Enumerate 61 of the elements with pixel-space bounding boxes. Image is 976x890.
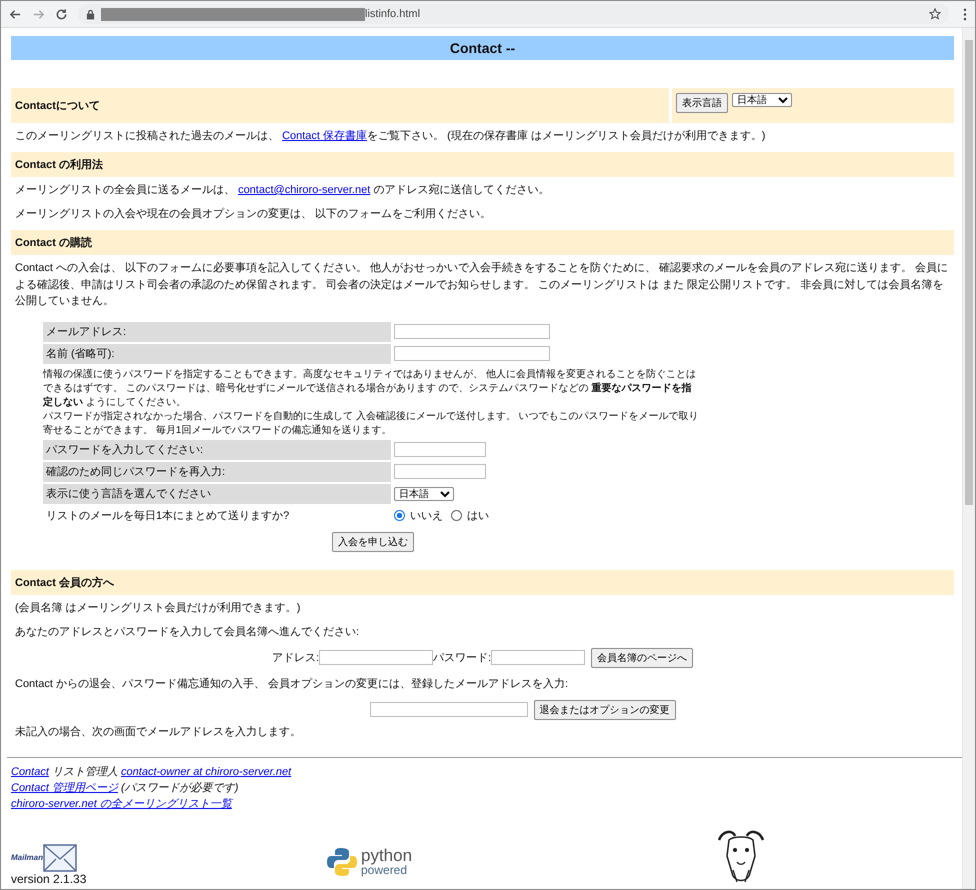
password-field[interactable] (394, 442, 486, 457)
subscribe-intro: Contact への入会は、 以下のフォームに必要事項を記入してください。 他人がおせっかいで入会手続きをすることを防ぐために、 確認要求のメールを会員のアドレス宛に送ります。 会員による確認後、申請はリスト司会者の承認のため保留されます。 司会者の決定はメールでお知らせします。 このメーリングリストは また 限定公開リストです。 非会員に対しては会員名簿を公開していません。 (15, 260, 950, 309)
input-field[interactable] (394, 324, 550, 339)
subscribe-button[interactable]: 入会を申し込む (332, 532, 414, 552)
powered-text: powered (361, 864, 408, 876)
password-field[interactable] (491, 650, 586, 665)
unsubscribe-instruction: Contact からの退会、パスワード備忘通知の入手、 会員オプションの変更には、登録したメールアドレスを入力: (15, 676, 570, 690)
back-icon[interactable] (9, 8, 22, 20)
unsubscribe-button[interactable]: 退会またはオプションの変更 (534, 700, 676, 720)
footer-text: リスト管理人 (50, 766, 119, 778)
password-field[interactable] (394, 464, 486, 479)
scrollbar[interactable] (962, 28, 975, 889)
posting-sentence: メーリングリストの全会員に送るメールは、 contact@chiroro-server.net のアドレス宛に送信してください。 (15, 182, 550, 197)
version-text: version 2.1.33 (11, 872, 88, 886)
menu-icon[interactable] (963, 8, 967, 20)
field-label: メールアドレス: (43, 322, 391, 342)
roster-instruction: あなたのアドレスとパスワードを入力して会員名簿へ進んでください: (15, 624, 360, 638)
field-label: 確認のため同じパスワードを再入力: (43, 462, 391, 482)
roster-note: (会員名簿 はメーリングリスト会員だけが利用できます。) (15, 600, 302, 614)
unsubscribe-hint: 未記入の場合、次の画面でメールアドレスを入力します。 (15, 724, 302, 738)
input-field[interactable] (394, 346, 550, 361)
footer-link[interactable]: Contact 管理用ページ (11, 782, 118, 794)
section-heading: Contactについて (11, 88, 669, 123)
password-note: 情報の保護に使うパスワードを指定することもできます。高度なセキュリティではありませんが、 他人に会員情報を変更されることを防ぐことはできるはずです。 このパスワードは、暗号化せずにメールで送信される場合があります ので、システムパスワードなどの 重要なパスワードを指定しない ようにしてください。 (43, 368, 697, 410)
footer-link[interactable]: chiroro-server.net の全メーリングリスト一覧 (11, 798, 232, 810)
roster-button[interactable]: 会員名簿のページへ (591, 648, 694, 668)
forward-icon[interactable] (32, 8, 45, 20)
footer-link[interactable]: contact-owner at chiroro-server.net (121, 766, 292, 778)
radio-option[interactable]: はい (451, 508, 489, 523)
display-language-button[interactable]: 表示言語 (676, 93, 728, 113)
address-bar[interactable]: listinfo.html (78, 4, 949, 24)
archive-sentence: このメーリングリストに投稿された過去のメールは、 Contact 保存書庫をご覧下さい。 (現在の保存書庫 はメーリングリスト会員だけが利用できます。) (15, 128, 766, 143)
field-label: 名前 (省略可): (43, 344, 391, 364)
section-heading: Contact の利用法 (11, 152, 954, 177)
url-text: listinfo.html (365, 8, 420, 20)
field-label: パスワード: (433, 651, 492, 665)
footer-text: (パスワードが必要です) (120, 782, 238, 794)
address-field[interactable] (319, 650, 433, 665)
python-logo-text: python (361, 847, 412, 864)
field-label: アドレス: (272, 651, 319, 665)
section-heading: Contact の購読 (11, 230, 954, 255)
password-note: パスワードが指定されなかった場合、パスワードを自動的に生成して 入会確認後にメールで送付します。 いつでもこのパスワードをメールで取り寄せることができます。 毎月1回メールでパスワードの備忘通知を送ります。 (43, 410, 700, 438)
python-logo-icon (326, 846, 358, 878)
field-label: リストのメールを毎日1本にまとめて送りますか? (45, 508, 290, 524)
field-label: パスワードを入力してください: (43, 440, 391, 460)
radio-option[interactable]: いいえ (394, 508, 443, 523)
star-icon[interactable] (929, 8, 941, 20)
page-title: Contact -- (450, 40, 516, 56)
form-sentence: メーリングリストの入会や現在の会員オプションの変更は、 以下のフォームをご利用ください。 (15, 206, 492, 221)
footer-link[interactable]: Contact (11, 766, 49, 778)
reload-icon[interactable] (55, 8, 68, 20)
section-heading: Contact 会員の方へ (11, 570, 954, 594)
email-link[interactable]: contact@chiroro-server.net (238, 184, 370, 196)
envelope-icon (43, 844, 78, 872)
language-select[interactable]: 日本語 (732, 93, 792, 107)
mailman-logo-text: Mailman (11, 853, 44, 862)
email-field[interactable] (370, 702, 528, 717)
language-select[interactable]: 日本語 (394, 486, 454, 500)
lock-icon (86, 8, 95, 20)
field-label: 表示に使う言語を選んでください (43, 484, 391, 504)
archive-link[interactable]: Contact 保存書庫 (282, 130, 368, 142)
